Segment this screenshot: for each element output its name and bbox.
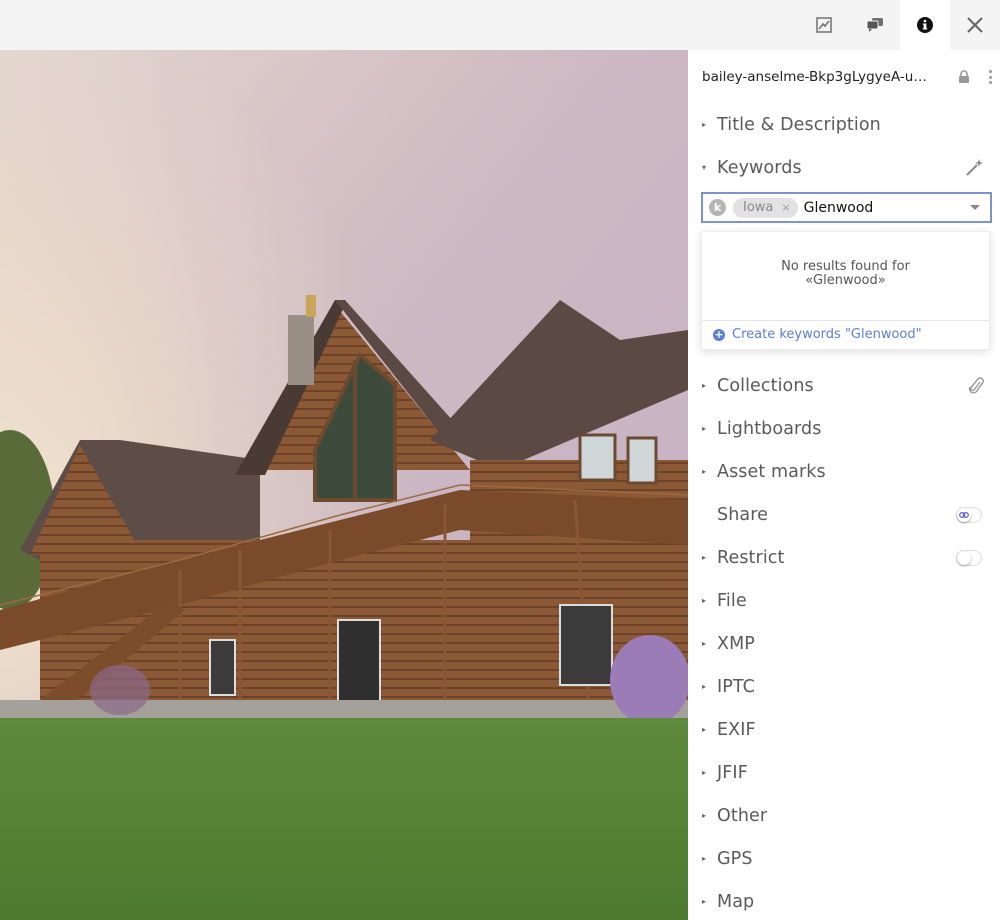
expand-caret-icon: ▸	[702, 854, 707, 863]
keyword-suggestions-popup: No results found for «Glenwood» + Create…	[701, 231, 990, 350]
section-restrict[interactable]: ▸ Restrict	[702, 545, 992, 571]
share-toggle[interactable]	[956, 507, 982, 523]
section-label: GPS	[717, 849, 753, 869]
section-label: Asset marks	[717, 462, 826, 482]
more-options-icon[interactable]	[984, 68, 996, 86]
info-panel: bailey-anselme-Bkp3gLygyeA-unsp... ▸ Tit…	[688, 50, 1000, 920]
filename-row: bailey-anselme-Bkp3gLygyeA-unsp...	[702, 66, 992, 88]
section-map[interactable]: ▸ Map	[702, 889, 992, 915]
section-share[interactable]: Share	[702, 502, 992, 528]
remove-keyword-icon[interactable]: ×	[781, 201, 790, 214]
keywords-input-field[interactable]: k Iowa ×	[701, 192, 992, 223]
expand-caret-icon: ▸	[702, 424, 707, 433]
section-label: Share	[717, 505, 769, 525]
lock-icon[interactable]	[958, 70, 970, 84]
section-label: Title & Description	[717, 115, 881, 135]
top-toolbar	[0, 0, 1000, 50]
restrict-toggle[interactable]	[956, 550, 982, 566]
section-file[interactable]: ▸ File	[702, 588, 992, 614]
comments-button[interactable]	[850, 0, 900, 50]
section-label: EXIF	[717, 720, 756, 740]
plus-circle-icon: +	[713, 327, 725, 341]
expand-caret-icon: ▸	[702, 553, 707, 562]
section-label: JFIF	[717, 763, 748, 783]
section-label: XMP	[717, 634, 755, 654]
section-label: Restrict	[717, 548, 785, 568]
section-title-description[interactable]: ▸ Title & Description	[702, 112, 992, 138]
section-jfif[interactable]: ▸ JFIF	[702, 760, 992, 786]
section-label: Lightboards	[717, 419, 822, 439]
collapse-caret-icon: ▾	[702, 163, 707, 172]
expand-caret-icon: ▸	[702, 897, 707, 906]
no-results-message: No results found for «Glenwood»	[702, 260, 989, 288]
toggle-knob	[957, 551, 971, 565]
section-exif[interactable]: ▸ EXIF	[702, 717, 992, 743]
create-keyword-label: Create keywords "Glenwood"	[732, 327, 922, 342]
popup-divider	[702, 320, 989, 321]
info-button[interactable]	[900, 0, 950, 50]
chart-icon	[816, 17, 832, 33]
magic-wand-icon[interactable]	[964, 158, 984, 178]
close-button[interactable]	[950, 0, 1000, 50]
info-icon	[917, 17, 933, 33]
comments-icon	[866, 18, 883, 32]
section-asset-marks[interactable]: ▸ Asset marks	[702, 459, 992, 485]
expand-caret-icon: ▸	[702, 682, 707, 691]
paperclip-icon[interactable]	[968, 376, 984, 396]
dropdown-arrow-icon[interactable]	[970, 205, 980, 210]
expand-caret-icon: ▸	[702, 811, 707, 820]
section-label: Other	[717, 806, 768, 826]
expand-caret-icon: ▸	[702, 596, 707, 605]
expand-caret-icon: ▸	[702, 467, 707, 476]
asset-preview-image	[0, 50, 688, 920]
analytics-button[interactable]	[799, 0, 849, 50]
create-keyword-button[interactable]: + Create keywords "Glenwood"	[713, 327, 922, 342]
keyword-chip-label: Iowa	[743, 200, 774, 215]
section-lightboards[interactable]: ▸ Lightboards	[702, 416, 992, 442]
section-iptc[interactable]: ▸ IPTC	[702, 674, 992, 700]
asset-filename: bailey-anselme-Bkp3gLygyeA-unsp...	[702, 69, 934, 85]
section-label: File	[717, 591, 747, 611]
no-results-line: No results found for	[781, 259, 910, 274]
section-collections[interactable]: ▸ Collections	[702, 373, 992, 399]
section-gps[interactable]: ▸ GPS	[702, 846, 992, 872]
no-results-query: «Glenwood»	[805, 273, 886, 288]
section-keywords[interactable]: ▾ Keywords	[702, 155, 992, 181]
expand-caret-icon: ▸	[702, 381, 707, 390]
section-label: Collections	[717, 376, 814, 396]
link-icon	[957, 508, 971, 522]
section-xmp[interactable]: ▸ XMP	[702, 631, 992, 657]
section-label: Map	[717, 892, 755, 912]
section-label: Keywords	[717, 158, 802, 178]
section-other[interactable]: ▸ Other	[702, 803, 992, 829]
keyword-search-input[interactable]	[803, 199, 954, 216]
expand-caret-icon: ▸	[702, 768, 707, 777]
close-icon	[967, 17, 983, 33]
keyword-chip: Iowa ×	[733, 197, 798, 218]
expand-caret-icon: ▸	[702, 639, 707, 648]
keyword-badge-icon: k	[709, 199, 726, 216]
expand-caret-icon: ▸	[702, 725, 707, 734]
section-label: IPTC	[717, 677, 755, 697]
expand-caret-icon: ▸	[702, 120, 707, 129]
